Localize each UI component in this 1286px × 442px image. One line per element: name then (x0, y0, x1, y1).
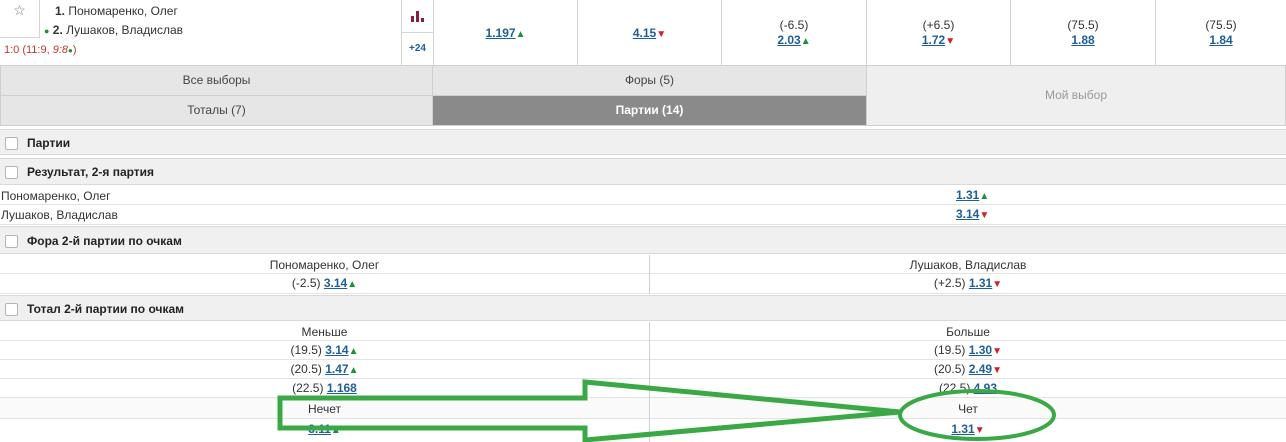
annotation-overlay (277, 379, 1056, 442)
annotation-ellipse (898, 389, 1056, 441)
annotation-arrow (277, 379, 901, 442)
